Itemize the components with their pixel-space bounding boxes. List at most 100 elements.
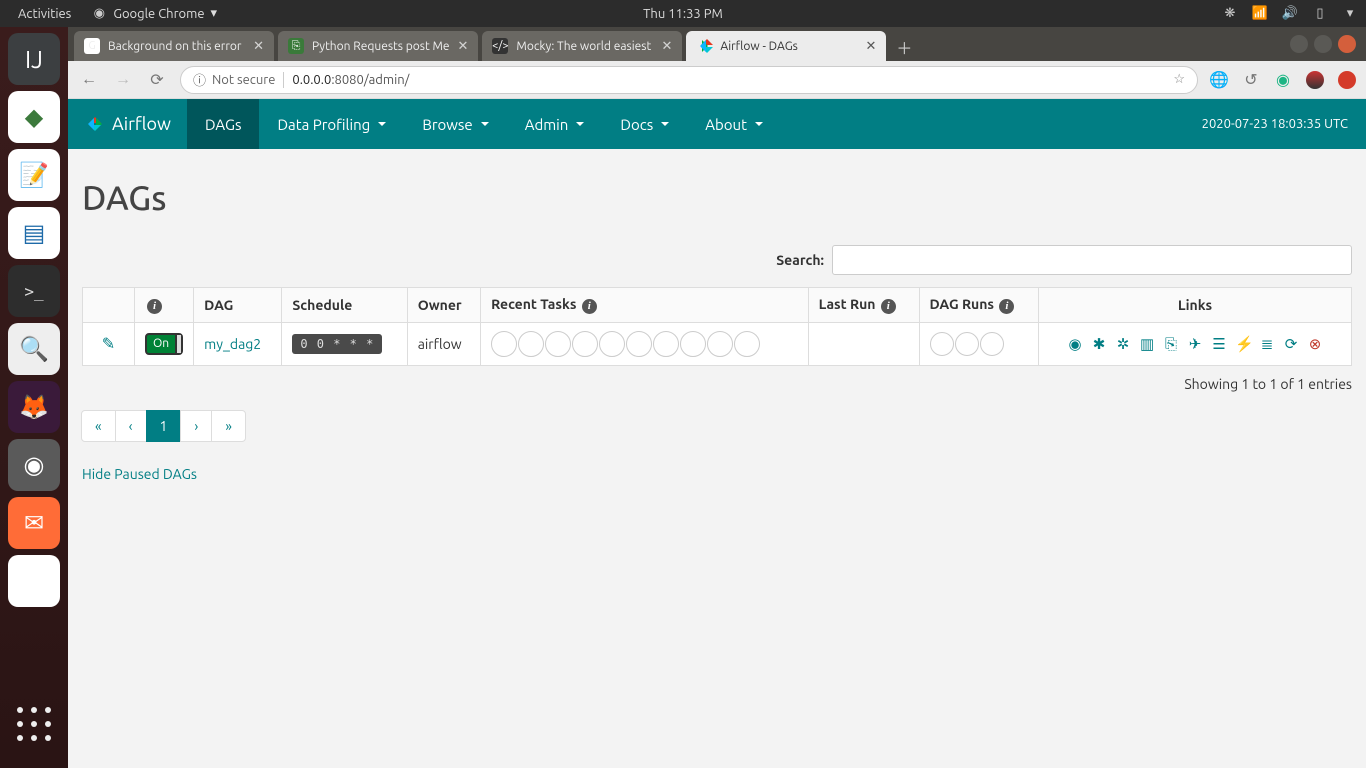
launcher-text-editor[interactable]: 📝 [8, 149, 60, 201]
page-body: Airflow DAGs Data Profiling Browse Admin… [68, 99, 1366, 768]
col-links: Links [1039, 288, 1352, 323]
info-icon[interactable]: i [999, 299, 1014, 314]
page-prev[interactable]: ‹ [115, 410, 147, 442]
back-button[interactable]: ← [78, 69, 100, 91]
extension-icon[interactable]: ◉ [1274, 71, 1292, 89]
delete-dag-icon[interactable]: ⊗ [1307, 335, 1323, 353]
landing-times-icon[interactable]: ✈ [1187, 335, 1203, 353]
launcher-pycharm[interactable]: ◆ [8, 91, 60, 143]
col-owner[interactable]: Owner [407, 288, 480, 323]
zap-icon[interactable]: ⚡ [1235, 335, 1251, 353]
launcher-slack[interactable]: ✦ [8, 555, 60, 607]
launcher-postman[interactable]: ✉ [8, 497, 60, 549]
action-links: ◉ ✱ ✲ ▥ ⎘ ✈ ☰ ⚡ ≣ ⟳ ⊗ [1049, 335, 1341, 353]
airflow-brand[interactable]: Airflow [68, 113, 187, 135]
close-icon[interactable]: ✕ [253, 39, 264, 54]
launcher-terminal[interactable]: >_ [8, 265, 60, 317]
battery-icon[interactable]: ▯ [1312, 6, 1328, 22]
page-next[interactable]: › [180, 410, 212, 442]
col-dag-runs: DAG Runs i [919, 288, 1039, 323]
dag-pause-toggle[interactable]: On [145, 333, 183, 355]
col-dag[interactable]: DAG [194, 288, 282, 323]
launcher-intellij[interactable]: IJ [8, 33, 60, 85]
nav-data-profiling[interactable]: Data Profiling [259, 99, 404, 149]
airflow-icon [696, 38, 712, 54]
launcher-firefox[interactable]: 🦊 [8, 381, 60, 433]
page-first[interactable]: « [81, 410, 116, 442]
google-icon: G [84, 38, 100, 54]
page-1[interactable]: 1 [146, 410, 182, 442]
page-title: DAGs [82, 179, 1352, 217]
col-schedule[interactable]: Schedule [282, 288, 407, 323]
tab-background-error[interactable]: G Background on this error ✕ [74, 31, 274, 61]
page-last[interactable]: » [211, 410, 246, 442]
info-icon[interactable]: i [147, 299, 162, 314]
forward-button[interactable]: → [112, 69, 134, 91]
schedule-badge[interactable]: 0 0 * * * [292, 334, 382, 354]
network-icon[interactable]: 📶 [1252, 6, 1268, 22]
close-icon[interactable]: ✕ [662, 39, 673, 54]
indicator-icon[interactable]: ❋ [1222, 6, 1238, 22]
new-tab-button[interactable]: ＋ [890, 33, 918, 61]
hide-paused-link[interactable]: Hide Paused DAGs [82, 466, 197, 482]
minimize-button[interactable] [1290, 35, 1308, 53]
tab-mocky[interactable]: </> Mocky: The world easiest ✕ [482, 31, 682, 61]
tab-python-requests[interactable]: ⎘ Python Requests post Me ✕ [278, 31, 478, 61]
launcher-chrome[interactable]: ◉ [8, 439, 60, 491]
tab-airflow[interactable]: Airflow - DAGs ✕ [686, 31, 886, 61]
refresh-icon[interactable]: ⟳ [1283, 335, 1299, 353]
dag-link[interactable]: my_dag2 [204, 336, 261, 352]
nav-docs[interactable]: Docs [602, 99, 687, 149]
profile-avatar[interactable] [1306, 71, 1324, 89]
app-menu[interactable]: ◉ Google Chrome ▾ [81, 6, 227, 22]
close-window-button[interactable] [1338, 35, 1356, 53]
volume-icon[interactable]: 🔊 [1282, 6, 1298, 22]
security-indicator[interactable]: ⓘ Not secure [193, 70, 275, 89]
gantt-icon[interactable]: ☰ [1211, 335, 1227, 353]
pagination: « ‹ 1 › » [82, 410, 1352, 442]
nav-about[interactable]: About [687, 99, 781, 149]
trigger-dag-icon[interactable]: ◉ [1067, 335, 1083, 353]
info-icon[interactable]: i [881, 299, 896, 314]
search-input[interactable] [832, 245, 1352, 275]
extension-icons: 🌐 ↺ ◉ [1210, 71, 1356, 89]
recent-tasks-circles[interactable] [491, 331, 798, 357]
chrome-window: G Background on this error ✕ ⎘ Python Re… [68, 27, 1366, 768]
extension-icon[interactable]: ↺ [1242, 71, 1260, 89]
extension-icon[interactable] [1338, 71, 1356, 89]
extension-icon[interactable]: 🌐 [1210, 71, 1228, 89]
bookmark-star-icon[interactable]: ☆ [1173, 72, 1185, 87]
graph-view-icon[interactable]: ✲ [1115, 335, 1131, 353]
launcher-loupe[interactable]: 🔍 [8, 323, 60, 375]
url-text: 0.0.0.0:8080/admin/ [292, 73, 409, 87]
nav-admin[interactable]: Admin [507, 99, 603, 149]
airflow-navbar: Airflow DAGs Data Profiling Browse Admin… [68, 99, 1366, 149]
window-controls [1290, 27, 1366, 61]
dag-runs-circles[interactable] [930, 332, 1029, 356]
logs-icon[interactable]: ≣ [1259, 335, 1275, 353]
site-icon: ⎘ [288, 38, 304, 54]
task-duration-icon[interactable]: ▥ [1139, 335, 1155, 353]
activities-button[interactable]: Activities [8, 7, 81, 21]
task-tries-icon[interactable]: ⎘ [1163, 335, 1179, 353]
nav-dags[interactable]: DAGs [187, 99, 260, 149]
address-bar[interactable]: ⓘ Not secure 0.0.0.0:8080/admin/ ☆ [180, 66, 1198, 94]
reload-button[interactable]: ⟳ [146, 69, 168, 91]
tree-view-icon[interactable]: ✱ [1091, 335, 1107, 353]
close-icon[interactable]: ✕ [866, 39, 877, 54]
edit-dag-icon[interactable]: ✎ [102, 335, 115, 353]
security-label: Not secure [212, 73, 275, 87]
chrome-icon: ◉ [91, 6, 107, 22]
tab-title: Mocky: The world easiest [516, 40, 653, 53]
search-row: Search: [82, 245, 1352, 275]
nav-browse[interactable]: Browse [404, 99, 506, 149]
toggle-label: On [147, 335, 175, 352]
info-icon[interactable]: i [582, 299, 597, 314]
search-label: Search: [776, 252, 824, 268]
maximize-button[interactable] [1314, 35, 1332, 53]
launcher-libreoffice[interactable]: ▤ [8, 207, 60, 259]
chevron-down-icon[interactable]: ▾ [1342, 6, 1358, 22]
close-icon[interactable]: ✕ [458, 39, 469, 54]
clock[interactable]: Thu 11:33 PM [643, 7, 723, 21]
launcher-apps-icon[interactable] [8, 698, 60, 750]
